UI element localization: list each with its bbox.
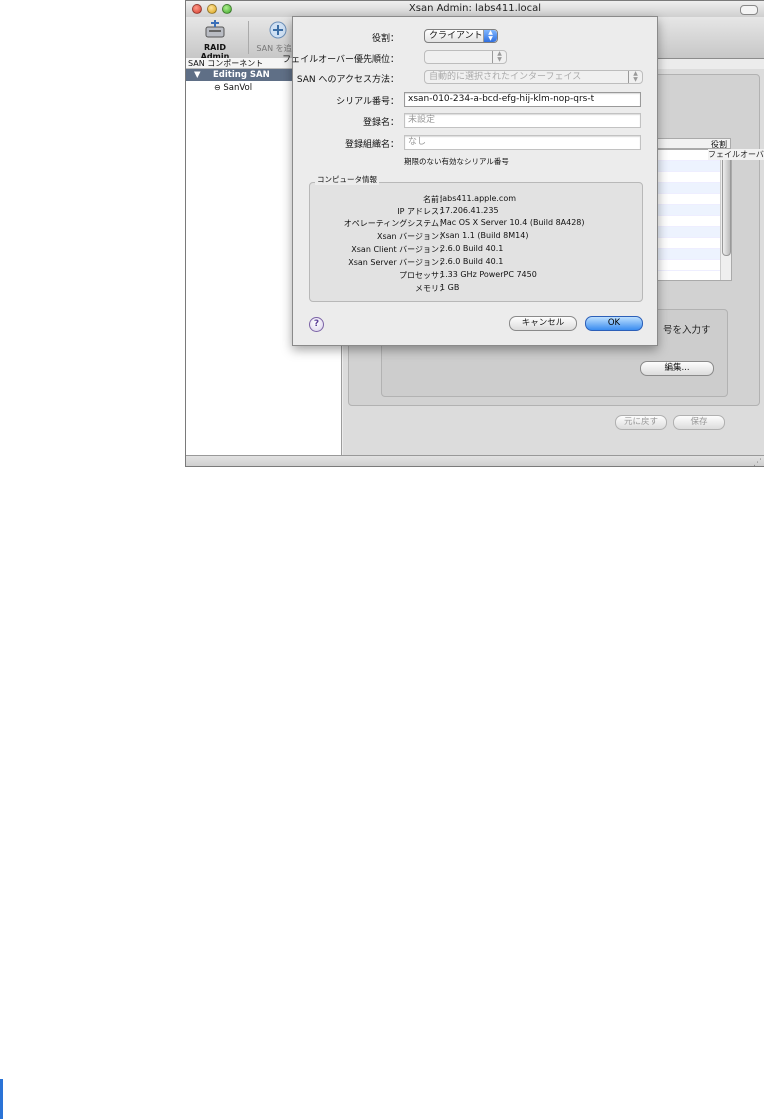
computer-info-title: コンピュータ情報 xyxy=(315,174,379,185)
san-access-label: SAN へのアクセス方法： xyxy=(296,75,399,85)
revert-button[interactable]: 元に戻す xyxy=(615,415,667,430)
san-access-value: 自動的に選択されたインターフェイス xyxy=(429,72,582,82)
sidebar-item-sanvol[interactable]: ⊖ SanVol xyxy=(214,83,252,93)
save-button[interactable]: 保存 xyxy=(673,415,725,430)
computer-settings-sheet: 役割： クライアント ▲ ▼ フェイルオーバー優先順位： ▲ ▼ SAN へのアクセ… xyxy=(282,16,658,346)
info-client-key: Xsan Client バージョン： xyxy=(351,245,447,254)
serial-status-note: 期限のない有効なシリアル番号 xyxy=(404,157,509,166)
popup-arrows-icon: ▲ ▼ xyxy=(628,71,642,83)
edit-button[interactable]: 編集... xyxy=(640,361,714,376)
sidebar-item-label: Editing SAN xyxy=(213,70,270,80)
sidebar-item-label: SanVol xyxy=(223,83,253,93)
failover-label: フェイルオーバー優先順位： xyxy=(282,55,399,65)
background-description-text: 号を入力す xyxy=(663,325,711,336)
info-os-key: オペレーティングシステム： xyxy=(343,219,447,228)
info-server-key: Xsan Server バージョン： xyxy=(348,258,447,267)
toolbar-toggle-button[interactable] xyxy=(740,5,758,15)
failover-popup[interactable]: ▲ ▼ xyxy=(424,50,507,64)
serial-label: シリアル番号： xyxy=(336,97,399,107)
help-button[interactable]: ? xyxy=(309,317,324,332)
cancel-button[interactable]: キャンセル xyxy=(509,316,577,331)
info-memory-value: 1 GB xyxy=(440,283,460,292)
role-value: クライアント xyxy=(429,31,483,41)
serial-number-field[interactable]: xsan-010-234-a-bcd-efg-hij-klm-nop-qrs-t xyxy=(404,92,641,107)
info-client-value: 2.6.0 Build 40.1 xyxy=(440,244,504,253)
resize-grip-icon[interactable]: ⋰ xyxy=(753,458,762,466)
raid-admin-button[interactable]: RAID Admin xyxy=(191,19,239,61)
column-header-role: 役割 xyxy=(711,140,727,149)
raid-admin-icon xyxy=(205,20,225,38)
registered-name-label: 登録名： xyxy=(362,118,399,128)
add-san-icon xyxy=(269,21,287,39)
ok-button[interactable]: OK xyxy=(585,316,643,331)
info-xsan-value: Xsan 1.1 (Build 8M14) xyxy=(440,231,529,240)
scrollbar-thumb[interactable] xyxy=(722,154,731,256)
table-scrollbar[interactable] xyxy=(720,150,731,280)
info-server-value: 2.6.0 Build 40.1 xyxy=(440,257,504,266)
window-title: Xsan Admin: labs411.local xyxy=(408,3,542,14)
info-ip-value: 17.206.41.235 xyxy=(440,206,499,215)
popup-arrows-icon: ▲ ▼ xyxy=(492,51,506,63)
registered-org-field[interactable]: なし xyxy=(404,135,641,150)
column-header-failover: フェイルオーバー優先順位 xyxy=(708,149,764,160)
page-margin-bar xyxy=(0,1079,3,1119)
info-cpu-value: 1.33 GHz PowerPC 7450 xyxy=(440,270,537,279)
role-label: 役割： xyxy=(371,34,399,44)
registered-name-field[interactable]: 未設定 xyxy=(404,113,641,128)
role-popup[interactable]: クライアント ▲ ▼ xyxy=(424,29,498,43)
status-bar: ⋰ xyxy=(186,455,764,466)
info-xsan-key: Xsan バージョン： xyxy=(376,232,447,241)
popup-arrows-icon: ▲ ▼ xyxy=(483,30,497,42)
info-name-value: labs411.apple.com xyxy=(440,194,517,203)
registered-org-label: 登録組織名： xyxy=(344,140,399,150)
disclosure-triangle-icon[interactable]: ▼ xyxy=(194,70,201,80)
toolbar-divider xyxy=(248,21,249,54)
volume-icon: ⊖ xyxy=(214,83,221,92)
san-access-popup[interactable]: 自動的に選択されたインターフェイス ▲ ▼ xyxy=(424,70,643,84)
info-os-value: Mac OS X Server 10.4 (Build 8A428) xyxy=(440,218,585,227)
